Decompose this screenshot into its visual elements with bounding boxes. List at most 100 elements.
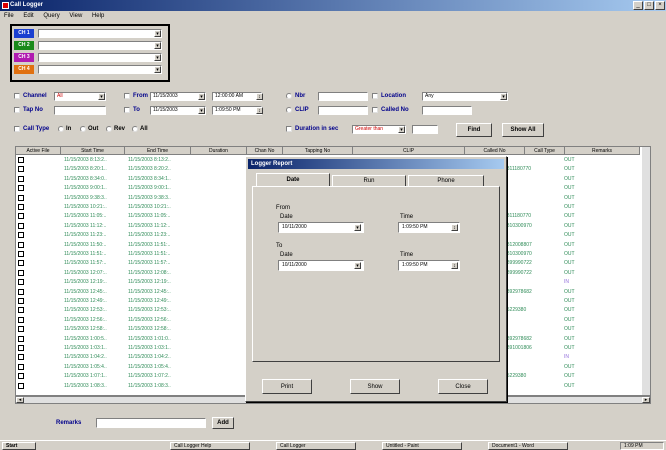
spinner-icon[interactable]: ↕ <box>451 262 458 269</box>
col-header[interactable]: Remarks <box>565 147 640 155</box>
row-checkbox[interactable] <box>18 373 24 380</box>
chevron-down-icon[interactable]: ▾ <box>398 126 405 133</box>
show-all-button[interactable]: Show All <box>502 123 544 137</box>
row-checkbox[interactable] <box>18 354 24 361</box>
call-type-all-radio[interactable] <box>132 126 138 132</box>
call-type-out-radio[interactable] <box>80 126 86 132</box>
row-checkbox[interactable] <box>18 213 24 220</box>
row-checkbox[interactable] <box>18 260 24 267</box>
tab-run[interactable]: Run <box>332 175 406 186</box>
spinner-icon[interactable]: ↕ <box>256 107 263 114</box>
row-checkbox[interactable] <box>18 382 24 389</box>
row-checkbox[interactable] <box>18 326 24 333</box>
row-checkbox[interactable] <box>18 288 24 295</box>
row-checkbox[interactable] <box>18 222 24 229</box>
row-checkbox[interactable] <box>18 307 24 314</box>
chevron-down-icon[interactable]: ▾ <box>154 30 161 37</box>
row-checkbox[interactable] <box>18 269 24 276</box>
tab-date[interactable]: Date <box>256 173 330 186</box>
row-checkbox[interactable] <box>18 204 24 210</box>
spinner-icon[interactable]: ↕ <box>451 224 458 231</box>
channel-checkbox[interactable] <box>14 93 20 99</box>
from-checkbox[interactable] <box>124 93 130 99</box>
scroll-right-icon[interactable]: ▸ <box>642 397 650 403</box>
start-button[interactable]: Start <box>2 442 36 450</box>
row-checkbox[interactable] <box>18 335 24 342</box>
col-header[interactable]: End Time <box>125 147 191 155</box>
menu-query[interactable]: Query <box>43 13 59 19</box>
row-checkbox[interactable] <box>18 279 24 286</box>
chevron-down-icon[interactable]: ▾ <box>354 224 361 231</box>
row-checkbox[interactable] <box>18 251 24 257</box>
row-checkbox[interactable] <box>18 232 24 239</box>
report-to-date-input[interactable]: 10/11/2000 <box>278 260 364 271</box>
menu-help[interactable]: Help <box>92 13 104 19</box>
location-checkbox[interactable] <box>372 93 378 99</box>
taskbar-item[interactable]: Document1 - Word <box>488 442 568 450</box>
spinner-icon[interactable]: ↕ <box>256 93 263 100</box>
col-header[interactable]: Active File <box>16 147 61 155</box>
nbr-input[interactable] <box>318 92 368 101</box>
row-checkbox[interactable] <box>18 157 24 163</box>
row-checkbox[interactable] <box>18 166 24 173</box>
menu-edit[interactable]: Edit <box>23 13 33 19</box>
tab-phone[interactable]: Phone <box>408 175 484 186</box>
col-header[interactable]: Call Type <box>525 147 565 155</box>
duration-checkbox[interactable] <box>286 126 292 132</box>
tap-no-input[interactable] <box>54 106 106 115</box>
show-button[interactable]: Show <box>350 379 400 394</box>
channel-4-select[interactable] <box>38 65 162 74</box>
menu-view[interactable]: View <box>69 13 82 19</box>
minimize-button[interactable]: _ <box>633 1 643 10</box>
to-time-input[interactable]: 1:09:50 PM <box>212 106 262 115</box>
col-header[interactable]: Duration <box>191 147 247 155</box>
close-window-button[interactable]: × <box>655 1 665 10</box>
chevron-down-icon[interactable]: ▾ <box>198 93 205 100</box>
row-checkbox[interactable] <box>18 298 24 304</box>
taskbar-item[interactable]: Call Logger <box>276 442 356 450</box>
menu-file[interactable]: File <box>4 13 14 19</box>
col-header[interactable]: Chan No <box>247 147 283 155</box>
channel-1-select[interactable] <box>38 29 162 38</box>
chevron-down-icon[interactable]: ▾ <box>354 262 361 269</box>
channel-3-select[interactable] <box>38 53 162 62</box>
row-checkbox[interactable] <box>18 345 24 351</box>
nbr-radio[interactable] <box>286 93 292 99</box>
col-header[interactable]: Called No <box>465 147 525 155</box>
tap-no-checkbox[interactable] <box>14 107 20 113</box>
chevron-down-icon[interactable]: ▾ <box>154 66 161 73</box>
col-header[interactable]: Tapping No <box>283 147 353 155</box>
call-type-rev-radio[interactable] <box>106 126 112 132</box>
chevron-down-icon[interactable]: ▾ <box>500 93 507 100</box>
clip-input[interactable] <box>318 106 368 115</box>
add-remark-button[interactable]: Add <box>212 417 234 429</box>
duration-input[interactable] <box>412 125 438 134</box>
taskbar-item[interactable]: Call Logger Help <box>170 442 250 450</box>
row-checkbox[interactable] <box>18 241 24 248</box>
remarks-input[interactable] <box>96 418 206 428</box>
chevron-down-icon[interactable]: ▾ <box>98 93 105 100</box>
report-from-date-input[interactable]: 10/11/2000 <box>278 222 364 233</box>
location-select[interactable]: Any <box>422 92 508 101</box>
row-checkbox[interactable] <box>18 316 24 323</box>
print-button[interactable]: Print <box>262 379 312 394</box>
taskbar-item[interactable]: Untitled - Paint <box>382 442 462 450</box>
row-checkbox[interactable] <box>18 363 24 370</box>
maximize-button[interactable]: □ <box>644 1 654 10</box>
chevron-down-icon[interactable]: ▾ <box>154 42 161 49</box>
col-header[interactable]: Start Time <box>61 147 125 155</box>
table-scrollbar[interactable] <box>642 147 650 395</box>
call-type-in-radio[interactable] <box>58 126 64 132</box>
call-type-checkbox[interactable] <box>14 126 20 132</box>
clip-radio[interactable] <box>286 107 292 113</box>
scroll-left-icon[interactable]: ◂ <box>16 397 24 403</box>
row-checkbox[interactable] <box>18 175 24 182</box>
col-header[interactable]: CLIP <box>353 147 465 155</box>
row-checkbox[interactable] <box>18 194 24 201</box>
chevron-down-icon[interactable]: ▾ <box>198 107 205 114</box>
channel-2-select[interactable] <box>38 41 162 50</box>
row-checkbox[interactable] <box>18 185 24 192</box>
close-button[interactable]: Close <box>438 379 488 394</box>
called-no-checkbox[interactable] <box>372 107 378 113</box>
find-button[interactable]: Find <box>456 123 492 137</box>
